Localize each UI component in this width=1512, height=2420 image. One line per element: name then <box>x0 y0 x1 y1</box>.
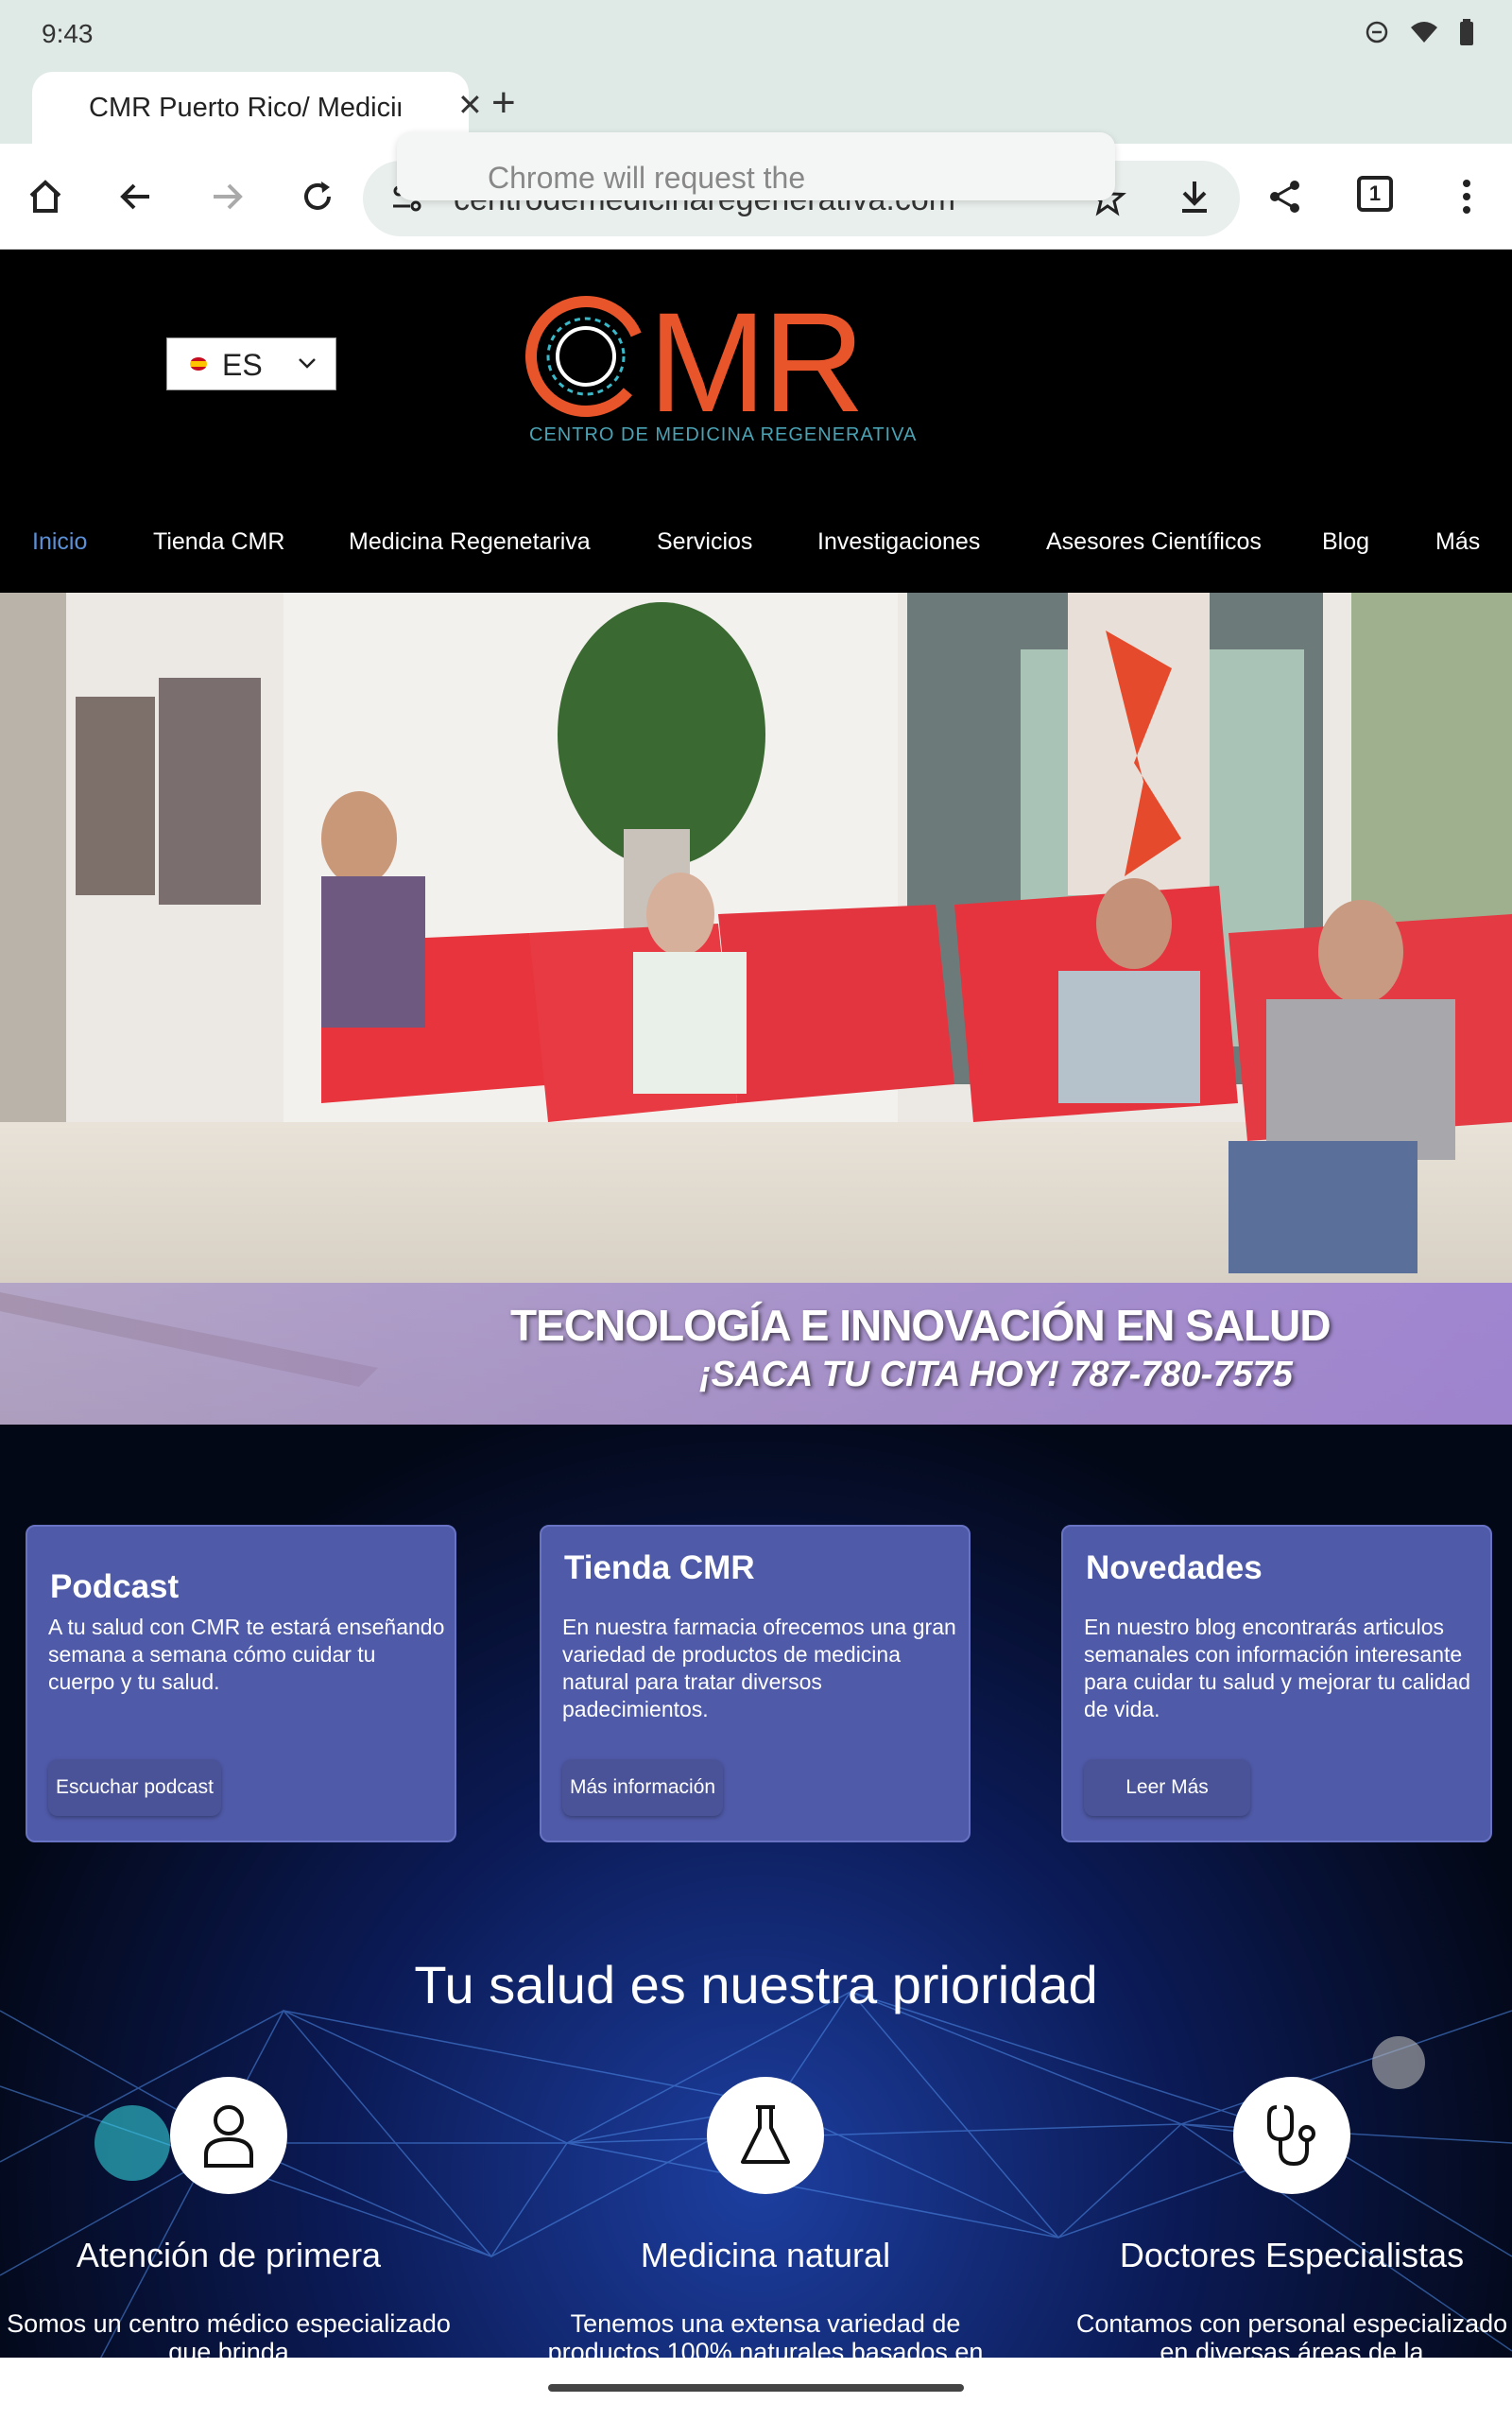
close-tab-icon[interactable]: ✕ <box>457 87 483 123</box>
flask-icon <box>707 2077 824 2194</box>
feature-title: Medicina natural <box>640 2236 891 2274</box>
person-icon <box>170 2077 287 2194</box>
forward-icon[interactable] <box>202 172 251 221</box>
nav-item-asesores[interactable]: Asesores Científicos <box>1046 528 1262 556</box>
gesture-bar <box>0 2358 1512 2420</box>
svg-text:MR: MR <box>648 288 861 441</box>
card-title: Tienda CMR <box>564 1549 755 1586</box>
nav-item-medicina[interactable]: Medicina Regenetariva <box>349 528 591 556</box>
listen-podcast-button[interactable]: Escuchar podcast <box>48 1759 221 1816</box>
hero-cta[interactable]: ¡SACA TU CITA HOY! 787-780-7575 <box>699 1355 1293 1395</box>
feature-atencion: Atención de primera Somos un centro médi… <box>2 2077 455 2366</box>
feature-title: Atención de primera <box>76 2236 382 2274</box>
status-icons <box>1365 19 1474 45</box>
back-icon[interactable] <box>112 172 161 221</box>
hero-title: TECNOLOGÍA E INNOVACIÓN EN SALUD <box>510 1301 1332 1350</box>
status-bar: 9:43 <box>0 0 1512 68</box>
browser-tab[interactable]: CMR Puerto Rico/ Medicina ✕ <box>32 72 483 144</box>
battery-icon <box>1460 19 1473 45</box>
wifi-icon <box>1411 22 1437 43</box>
nav-item-tienda[interactable]: Tienda CMR <box>153 528 284 556</box>
nav-item-mas[interactable]: Más <box>1435 528 1480 556</box>
hero-slider[interactable]: TECNOLOGÍA E INNOVACIÓN EN SALUD ¡SACA T… <box>0 593 1512 1425</box>
tab-switcher-button[interactable]: 1 <box>1357 176 1393 212</box>
feature-doctores: Doctores Especialistas Contamos con pers… <box>1065 2077 1512 2366</box>
main-nav: Inicio Tienda CMR Medicina Regenetariva … <box>0 528 1512 576</box>
card-title: Podcast <box>50 1568 180 1605</box>
toast-text: Chrome will request the <box>488 161 806 195</box>
more-info-button[interactable]: Más información <box>562 1759 724 1816</box>
download-icon[interactable] <box>1170 172 1219 221</box>
nav-item-blog[interactable]: Blog <box>1322 528 1369 556</box>
chevron-down-icon <box>299 358 316 369</box>
card-novedades: Novedades En nuestro blog encontrarás ar… <box>1061 1525 1492 1842</box>
site-header: ES MR CENTRO DE MEDICINA REGENERATIVA In… <box>0 251 1512 593</box>
nav-item-servicios[interactable]: Servicios <box>657 528 752 556</box>
card-podcast: Podcast A tu salud con CMR te estará ens… <box>26 1525 456 1842</box>
language-selector[interactable]: ES <box>166 337 336 390</box>
card-text: En nuestra farmacia ofrecemos una gran v… <box>562 1615 956 1721</box>
permission-toast: Chrome will request the <box>397 132 1115 200</box>
logo-subtitle: CENTRO DE MEDICINA REGENERATIVA <box>529 424 918 445</box>
reload-icon[interactable] <box>293 172 342 221</box>
feature-title: Doctores Especialistas <box>1119 2236 1465 2274</box>
tab-title: CMR Puerto Rico/ Medicina <box>89 93 401 123</box>
stethoscope-icon <box>1233 2077 1350 2194</box>
nav-item-investigaciones[interactable]: Investigaciones <box>817 528 980 556</box>
section-title: Tu salud es nuestra prioridad <box>414 1955 1098 2014</box>
share-icon[interactable] <box>1261 172 1310 221</box>
spain-flag-icon <box>190 357 207 371</box>
status-time: 9:43 <box>42 19 94 48</box>
home-indicator[interactable] <box>548 2384 964 2392</box>
nav-item-inicio[interactable]: Inicio <box>32 528 87 556</box>
do-not-disturb-icon <box>1366 21 1388 43</box>
feature-medicina: Medicina natural Tenemos una extensa var… <box>539 2077 992 2366</box>
card-text: En nuestro blog encontrarás articulos se… <box>1084 1615 1471 1721</box>
new-tab-button[interactable]: + <box>491 79 516 127</box>
card-tienda: Tienda CMR En nuestra farmacia ofrecemos… <box>540 1525 971 1842</box>
home-icon[interactable] <box>21 172 70 221</box>
lower-section: Podcast A tu salud con CMR te estará ens… <box>0 1425 1512 2370</box>
card-title: Novedades <box>1086 1549 1263 1586</box>
language-code: ES <box>222 348 263 382</box>
card-text: A tu salud con CMR te estará enseñando s… <box>48 1615 445 1694</box>
read-more-button[interactable]: Leer Más <box>1084 1759 1250 1816</box>
menu-icon[interactable] <box>1442 172 1491 221</box>
